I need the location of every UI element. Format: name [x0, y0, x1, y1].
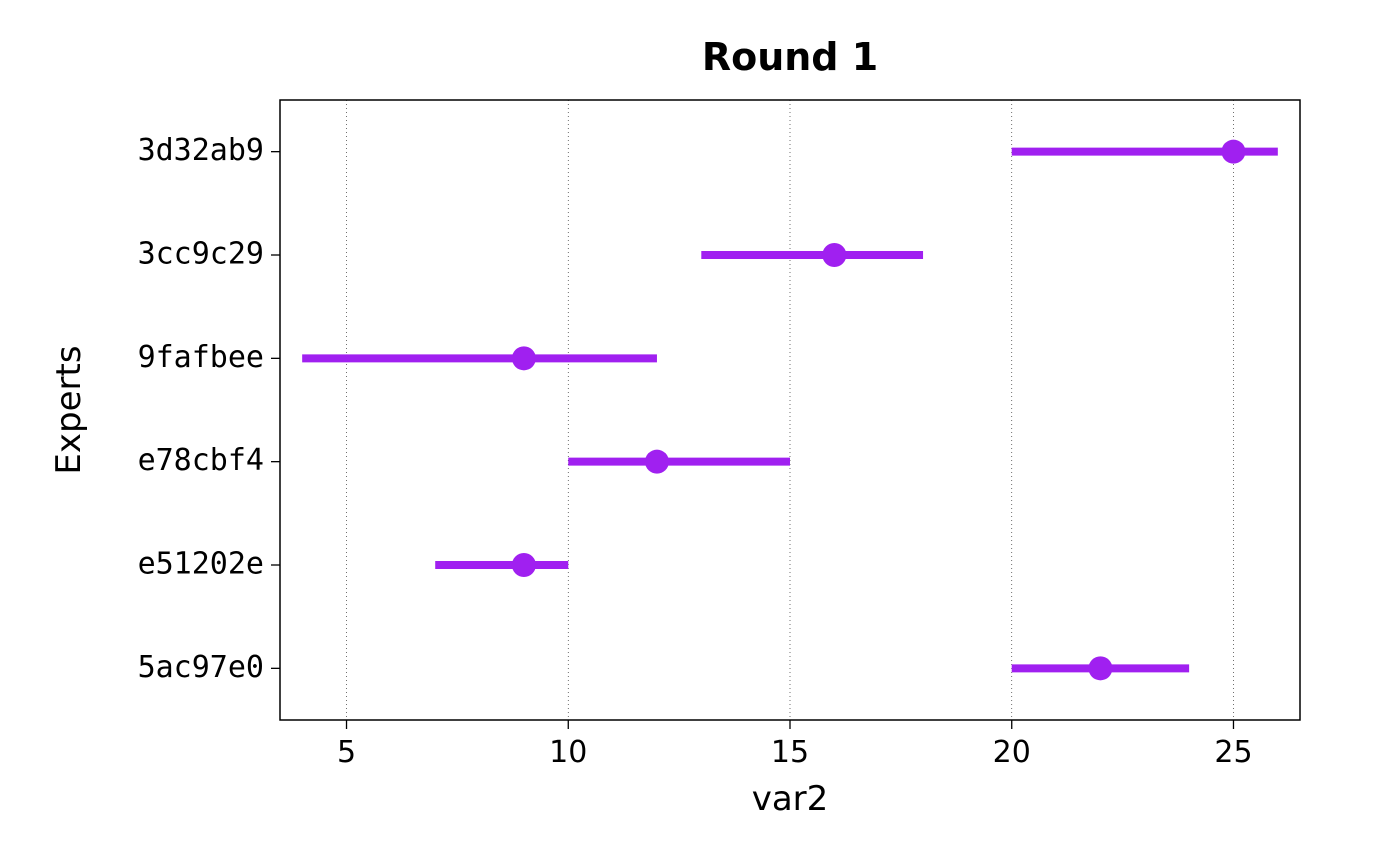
y-tick-label: e78cbf4 [138, 443, 264, 478]
chart-title: Round 1 [702, 35, 878, 79]
interval-point [512, 553, 536, 577]
y-tick-label: 5ac97e0 [138, 650, 264, 685]
y-tick-label: e51202e [138, 547, 264, 582]
y-tick-label: 3d32ab9 [138, 133, 264, 168]
x-axis-label: var2 [752, 779, 829, 819]
x-tick-label: 15 [771, 735, 809, 770]
interval-point [1221, 140, 1245, 164]
x-tick-label: 5 [337, 735, 356, 770]
y-axis-label: Experts [49, 345, 89, 474]
y-tick-label: 3cc9c29 [138, 237, 264, 272]
x-tick-label: 20 [993, 735, 1031, 770]
y-tick-label: 9fafbee [138, 340, 264, 375]
chart-container: 5 10 15 20 25 5ac97e0 e51202e e78cbf4 9fafbee 3cc… [0, 0, 1400, 865]
interval-point [645, 450, 669, 474]
interval-point [512, 346, 536, 370]
chart-svg: 5 10 15 20 25 5ac97e0 e51202e e78cbf4 9fafbee 3cc… [0, 0, 1400, 865]
x-tick-label: 25 [1214, 735, 1252, 770]
interval-point [1088, 656, 1112, 680]
interval-point [822, 243, 846, 267]
x-tick-label: 10 [549, 735, 587, 770]
